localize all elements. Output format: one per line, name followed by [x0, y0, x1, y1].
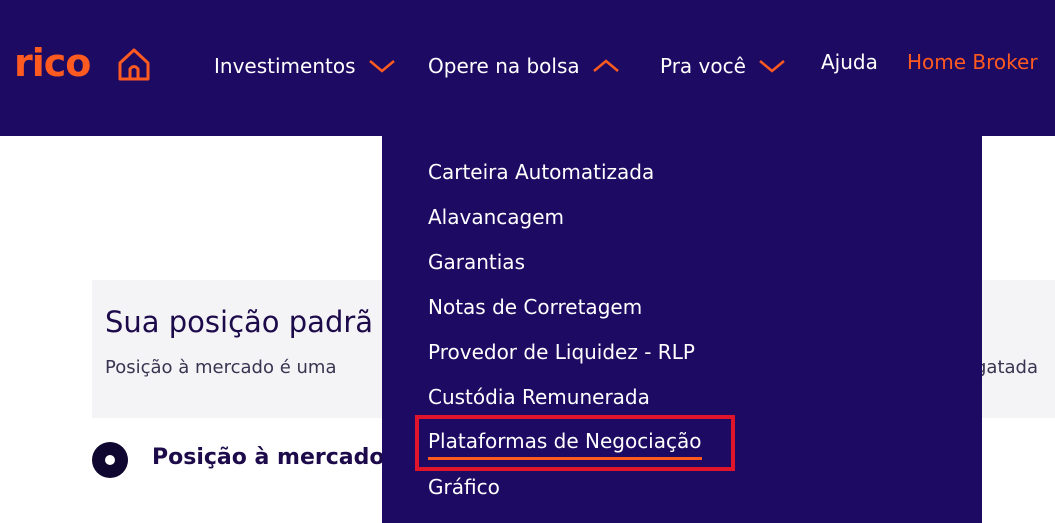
nav-home-broker-label: Home Broker — [907, 50, 1038, 74]
chevron-up-icon — [592, 59, 619, 72]
opere-na-bolsa-dropdown: Carteira Automatizada Alavancagem Garant… — [382, 136, 982, 523]
nav-home-broker[interactable]: Home Broker — [907, 44, 1038, 80]
nav-investimentos-label: Investimentos — [214, 54, 356, 78]
nav-ajuda-label: Ajuda — [821, 50, 878, 74]
top-navbar: rico Investimentos Opere na bolsa Pra vo… — [0, 0, 1055, 136]
menu-item-alavancagem[interactable]: Alavancagem — [428, 203, 564, 231]
nav-pra-voce[interactable]: Pra você — [660, 48, 786, 84]
menu-item-provedor-de-liquidez[interactable]: Provedor de Liquidez - RLP — [428, 338, 695, 366]
nav-opere-na-bolsa[interactable]: Opere na bolsa — [428, 48, 620, 84]
home-icon[interactable] — [115, 45, 153, 83]
menu-item-garantias[interactable]: Garantias — [428, 248, 525, 276]
position-description-tail: gatada — [975, 357, 1038, 378]
nav-investimentos[interactable]: Investimentos — [214, 48, 396, 84]
position-description: Posição à mercado é uma — [105, 357, 337, 378]
nav-ajuda[interactable]: Ajuda — [821, 44, 878, 80]
menu-item-grafico[interactable]: Gráfico — [428, 473, 500, 501]
rico-logo[interactable]: rico — [14, 40, 91, 86]
nav-opere-na-bolsa-label: Opere na bolsa — [428, 54, 580, 78]
nav-pra-voce-label: Pra você — [660, 54, 746, 78]
position-title: Sua posição padrã — [105, 305, 374, 339]
menu-item-carteira-automatizada[interactable]: Carteira Automatizada — [428, 158, 654, 186]
chevron-down-icon — [368, 60, 395, 73]
menu-item-plataformas-de-negociacao[interactable]: Plataformas de Negociação — [428, 427, 702, 460]
menu-item-custodia-remunerada[interactable]: Custódia Remunerada — [428, 383, 650, 411]
market-position-label[interactable]: Posição à mercado — [152, 442, 384, 474]
market-position-radio[interactable] — [92, 442, 128, 478]
chevron-down-icon — [759, 60, 785, 73]
menu-item-notas-de-corretagem[interactable]: Notas de Corretagem — [428, 293, 642, 321]
